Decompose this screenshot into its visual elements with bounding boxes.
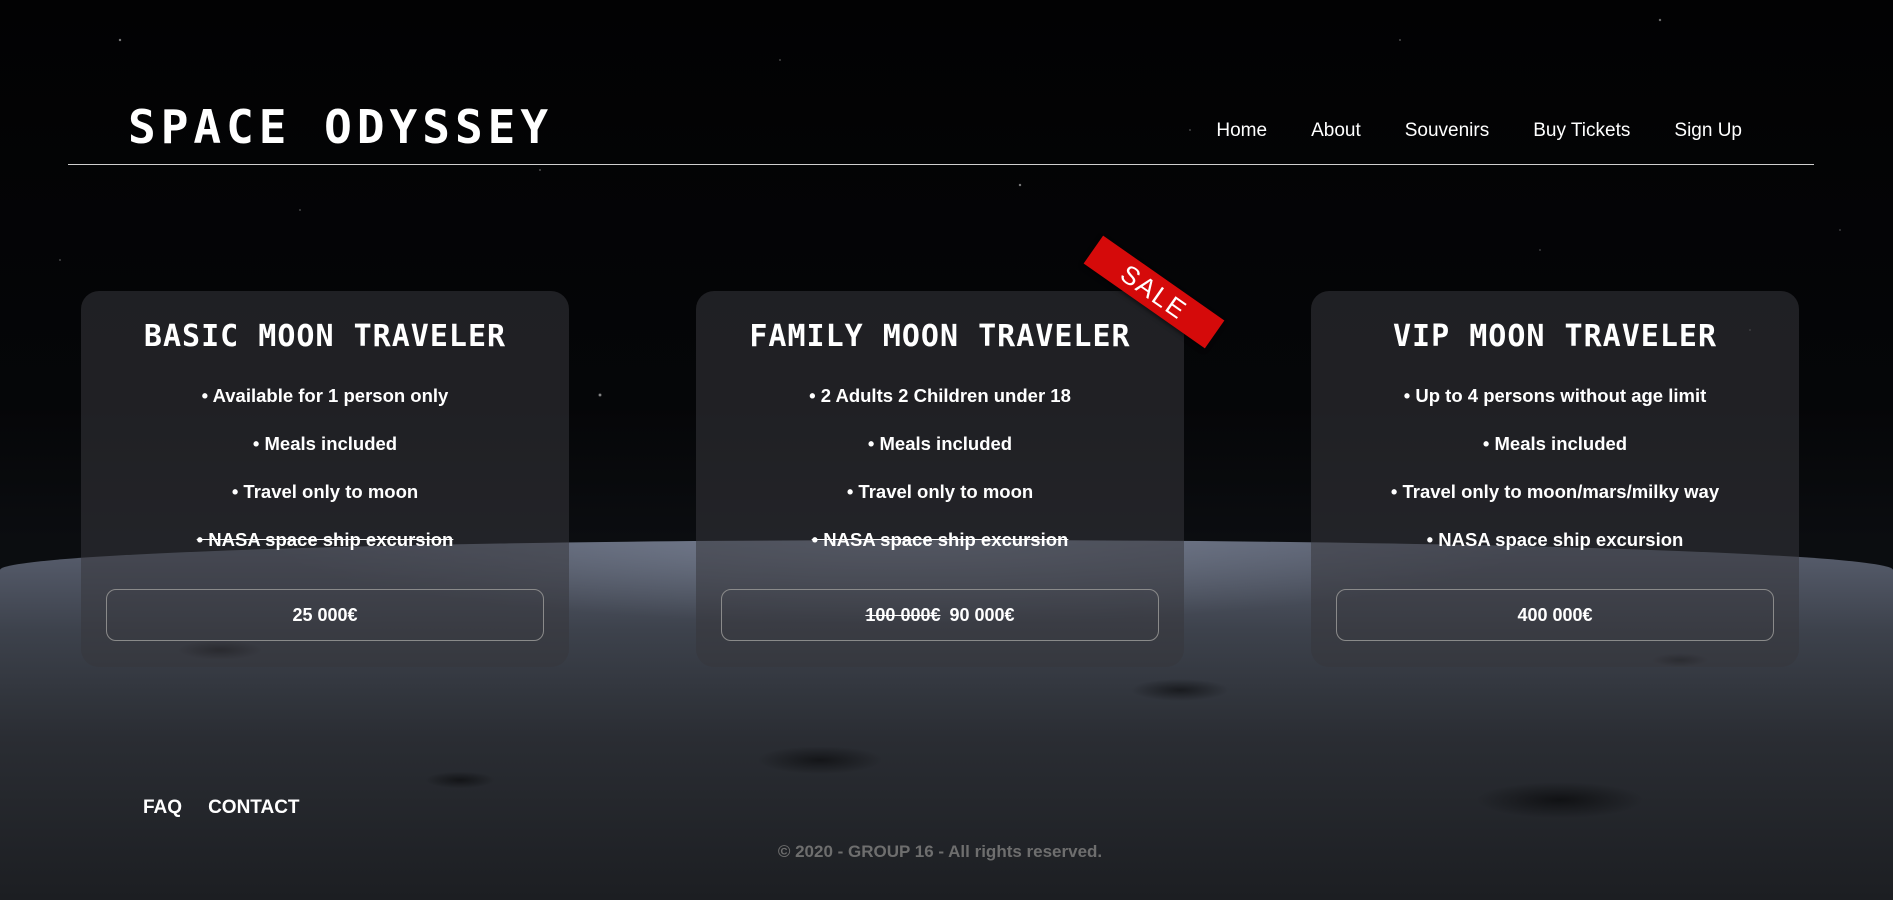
footer-link-contact[interactable]: CONTACT (208, 797, 299, 819)
card-feature: • Meals included (1482, 433, 1628, 454)
footer-links: FAQ CONTACT (143, 797, 300, 819)
pricing-card-basic: BASIC MOON TRAVELER • Available for 1 pe… (81, 291, 569, 667)
nav-buy-tickets[interactable]: Buy Tickets (1533, 120, 1630, 142)
copyright-text: © 2020 - GROUP 16 - All rights reserved. (777, 842, 1103, 861)
pricing-card-vip: VIP MOON TRAVELER • Up to 4 persons with… (1311, 291, 1799, 667)
site-logo[interactable]: SPACE ODYSSEY (128, 100, 553, 154)
page: SPACE ODYSSEY Home About Souvenirs Buy T… (0, 0, 1893, 900)
card-feature: • NASA space ship excursion (1426, 529, 1684, 550)
price-button[interactable]: 100 000€ 90 000€ (721, 589, 1159, 641)
card-feature: • Available for 1 person only (201, 385, 449, 406)
price-button[interactable]: 25 000€ (106, 589, 544, 641)
card-feature: • Travel only to moon (231, 481, 419, 502)
footer-link-faq[interactable]: FAQ (143, 797, 182, 819)
price-value: 90 000€ (949, 605, 1015, 625)
card-feature: • Meals included (252, 433, 398, 454)
card-feature: • Travel only to moon/mars/milky way (1390, 481, 1720, 502)
card-feature: • Travel only to moon (846, 481, 1034, 502)
main-nav: Home About Souvenirs Buy Tickets Sign Up (1216, 120, 1742, 142)
card-title: FAMILY MOON TRAVELER (749, 319, 1131, 354)
price-value: 400 000€ (1517, 605, 1593, 625)
card-feature: • Up to 4 persons without age limit (1403, 385, 1707, 406)
nav-about[interactable]: About (1311, 120, 1361, 142)
card-feature: • Meals included (867, 433, 1013, 454)
nav-home[interactable]: Home (1216, 120, 1267, 142)
price-value: 25 000€ (292, 605, 358, 625)
card-feature-unavailable: • NASA space ship excursion (811, 529, 1069, 550)
pricing-card-family: FAMILY MOON TRAVELER • 2 Adults 2 Childr… (696, 291, 1184, 667)
nav-souvenirs[interactable]: Souvenirs (1405, 120, 1490, 142)
nav-sign-up[interactable]: Sign Up (1674, 120, 1742, 142)
price-button[interactable]: 400 000€ (1336, 589, 1774, 641)
card-feature: • 2 Adults 2 Children under 18 (809, 385, 1071, 406)
site-header: SPACE ODYSSEY Home About Souvenirs Buy T… (68, 90, 1814, 165)
old-price: 100 000€ (865, 605, 941, 625)
card-title: BASIC MOON TRAVELER (143, 319, 507, 354)
card-title: VIP MOON TRAVELER (1392, 319, 1718, 354)
card-feature-unavailable: • NASA space ship excursion (196, 529, 454, 550)
